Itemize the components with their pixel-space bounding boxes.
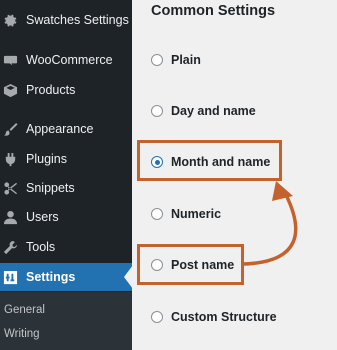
annotation-arrow [243,181,298,266]
